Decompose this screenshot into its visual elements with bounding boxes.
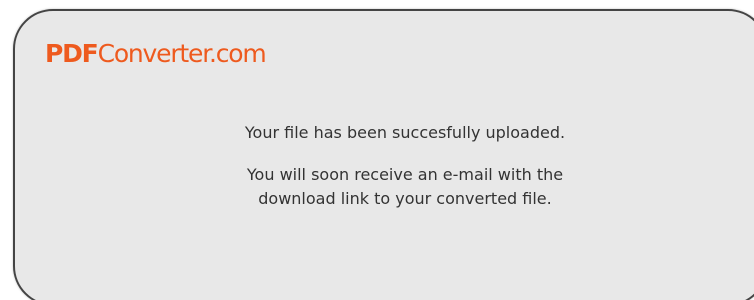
upload-confirmation-panel: PDFConverter.com Your file has been succ… <box>13 9 754 300</box>
email-notice-line-1: You will soon receive an e-mail with the <box>246 165 564 184</box>
upload-success-message: Your file has been succesfully uploaded. <box>244 123 566 142</box>
logo-converter-text: Converter.com <box>97 39 267 68</box>
email-notice-line-2: download link to your converted file. <box>258 189 552 208</box>
page: PDFConverter.com Your file has been succ… <box>0 0 754 300</box>
status-messages: Your file has been succesfully uploaded.… <box>145 121 665 211</box>
pdfconverter-logo: PDFConverter.com <box>45 37 267 71</box>
logo-pdf-text: PDF <box>45 39 99 68</box>
